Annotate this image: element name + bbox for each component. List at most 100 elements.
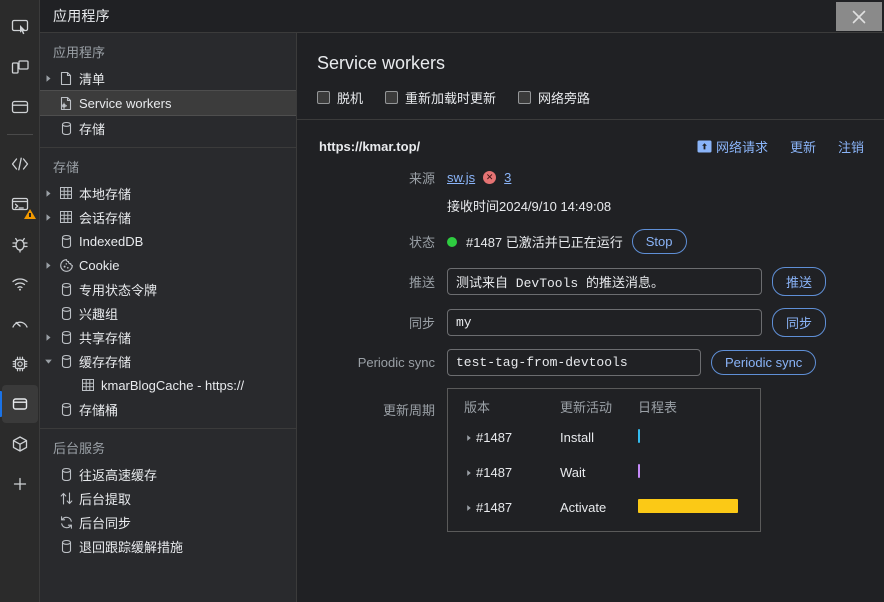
periodic-sync-input[interactable] (447, 349, 701, 376)
service-workers-main: Service workers 脱机 重新加载时更新 网络旁路 https://… (297, 33, 884, 602)
chevron-right-icon[interactable] (462, 504, 476, 512)
sidebar-item-private-state-tokens[interactable]: 专用状态令牌 (40, 277, 296, 301)
application-sidebar-tree[interactable]: 应用程序 清单 Service workers 存储 存储 本地存储 会话存储 … (40, 33, 297, 602)
table-row[interactable]: #1487 Activate (448, 490, 760, 525)
sidebar-item-label: IndexedDB (79, 233, 144, 249)
table-grid-icon (56, 186, 76, 200)
sidebar-item-indexeddb[interactable]: IndexedDB (40, 229, 296, 253)
chevron-right-icon[interactable] (40, 74, 56, 83)
source-label: 来源 (408, 171, 435, 186)
sidebar-group-title: 应用程序 (53, 45, 106, 60)
storage-cylinder-icon (56, 330, 76, 345)
console-icon[interactable] (2, 185, 38, 223)
sidebar-item-label: 清单 (79, 71, 106, 87)
chevron-right-icon[interactable] (462, 434, 476, 442)
page-title: Service workers (317, 53, 446, 73)
sidebar-item-storage-buckets[interactable]: 存储桶 (40, 397, 296, 421)
push-button[interactable]: 推送 (772, 267, 827, 296)
periodic-sync-button[interactable]: Periodic sync (711, 350, 817, 375)
debugger-bug-icon[interactable] (2, 225, 38, 263)
sync-input[interactable] (447, 309, 762, 336)
application-panel-icon[interactable] (0, 385, 38, 423)
devtools-application-panel: 应用程序 应用程序 清单 Service workers 存储 存储 本地存储 … (0, 0, 884, 602)
chevron-right-icon[interactable] (40, 261, 56, 270)
sidebar-item-manifest[interactable]: 清单 (40, 66, 296, 90)
sidebar-item-label: 兴趣组 (79, 306, 119, 322)
sidebar-item-storage[interactable]: 存储 (40, 116, 296, 140)
stop-button[interactable]: Stop (631, 229, 687, 254)
sidebar-item-label: kmarBlogCache - https:// (101, 377, 245, 393)
window-title: 应用程序 (53, 8, 110, 24)
memory-chip-icon[interactable] (2, 345, 38, 383)
close-icon (852, 10, 866, 23)
chevron-down-icon[interactable] (40, 357, 56, 366)
sources-code-icon[interactable] (2, 145, 38, 183)
sidebar-item-shared-storage[interactable]: 共享存储 (40, 325, 296, 349)
service-worker-icon (56, 96, 76, 111)
network-requests-button[interactable]: 网络请求 (697, 137, 768, 156)
update-cycle-label: 更新周期 (382, 403, 435, 418)
update-button[interactable]: 更新 (790, 137, 816, 156)
chevron-right-icon[interactable] (40, 189, 56, 198)
chevron-right-icon[interactable] (40, 333, 56, 342)
close-button[interactable] (836, 2, 882, 31)
cell-activity: Wait (560, 465, 586, 480)
status-label: 状态 (408, 235, 435, 250)
panel-body: 应用程序 清单 Service workers 存储 存储 本地存储 会话存储 … (40, 33, 884, 602)
performance-gauge-icon[interactable] (2, 305, 38, 343)
sidebar-item-background-fetch[interactable]: 后台提取 (40, 486, 296, 510)
error-count-link[interactable]: 3 (504, 170, 511, 185)
elements-panel-icon[interactable] (2, 88, 38, 126)
table-row[interactable]: #1487 Wait (448, 455, 760, 490)
push-input[interactable] (447, 268, 762, 295)
storage-cylinder-icon (56, 539, 76, 554)
sidebar-item-background-sync[interactable]: 后台同步 (40, 510, 296, 534)
storage-cylinder-icon (56, 282, 76, 297)
table-row[interactable]: #1487 Install (448, 420, 760, 455)
3d-cube-icon[interactable] (2, 425, 38, 463)
status-text: #1487 已激活并已正在运行 (466, 235, 623, 250)
service-worker-options: 脱机 重新加载时更新 网络旁路 (317, 88, 884, 119)
error-circle-icon: ✕ (483, 171, 497, 184)
add-panel-icon[interactable] (2, 465, 38, 503)
sidebar-item-cache-storage[interactable]: 缓存存储 (40, 349, 296, 373)
storage-cylinder-icon (56, 234, 76, 249)
sidebar-item-back-forward-cache[interactable]: 往返高速缓存 (40, 462, 296, 486)
arrows-updown-icon (56, 491, 76, 506)
chevron-right-icon[interactable] (462, 469, 476, 477)
sidebar-item-service-workers[interactable]: Service workers (40, 90, 296, 116)
sidebar-item-label: 退回跟踪缓解措施 (79, 539, 184, 555)
schedule-bar (638, 464, 640, 478)
sidebar-item-local-storage[interactable]: 本地存储 (40, 181, 296, 205)
sidebar-item-bounce-tracking-mitigations[interactable]: 退回跟踪缓解措施 (40, 534, 296, 558)
update-on-reload-checkbox[interactable] (385, 91, 399, 104)
unregister-button[interactable]: 注销 (838, 137, 864, 156)
sidebar-item-session-storage[interactable]: 会话存储 (40, 205, 296, 229)
option-update-on-reload[interactable]: 重新加载时更新 (385, 88, 496, 107)
column-version: 版本 (464, 400, 491, 415)
cell-schedule (638, 499, 760, 516)
sidebar-item-cookie[interactable]: Cookie (40, 253, 296, 277)
update-cycle-table: 版本 更新活动 日程表 #1487 Install #1487 Wait #14… (447, 388, 761, 532)
sidebar-item-kmarblogcache[interactable]: kmarBlogCache - https:// (40, 373, 296, 397)
sidebar-item-label: 本地存储 (79, 186, 132, 202)
sidebar-item-interest-groups[interactable]: 兴趣组 (40, 301, 296, 325)
device-toolbar-icon[interactable] (2, 48, 38, 86)
source-script-link[interactable]: sw.js (447, 170, 475, 185)
sidebar-group-storage: 存储 本地存储 会话存储 IndexedDB Cookie 专用状态令牌 兴趣组… (40, 147, 296, 423)
service-worker-registration: https://kmar.top/ 网络请求 更新 注销 来源 sw.js ✕ … (297, 120, 884, 532)
option-offline[interactable]: 脱机 (317, 88, 363, 107)
column-activity: 更新活动 (560, 400, 613, 415)
sidebar-item-label: 后台同步 (79, 515, 132, 531)
option-bypass-for-network[interactable]: 网络旁路 (518, 88, 590, 107)
sidebar-group-background-services: 后台服务 往返高速缓存 后台提取 后台同步 退回跟踪缓解措施 (40, 428, 296, 560)
offline-checkbox[interactable] (317, 91, 330, 104)
table-grid-icon (78, 378, 98, 392)
sidebar-item-label: 往返高速缓存 (79, 467, 158, 483)
periodic-sync-label: Periodic sync (357, 355, 435, 370)
inspect-element-icon[interactable] (2, 8, 38, 46)
bypass-network-checkbox[interactable] (518, 91, 532, 104)
network-wifi-icon[interactable] (2, 265, 38, 303)
chevron-right-icon[interactable] (40, 213, 56, 222)
sync-button[interactable]: 同步 (772, 308, 827, 337)
